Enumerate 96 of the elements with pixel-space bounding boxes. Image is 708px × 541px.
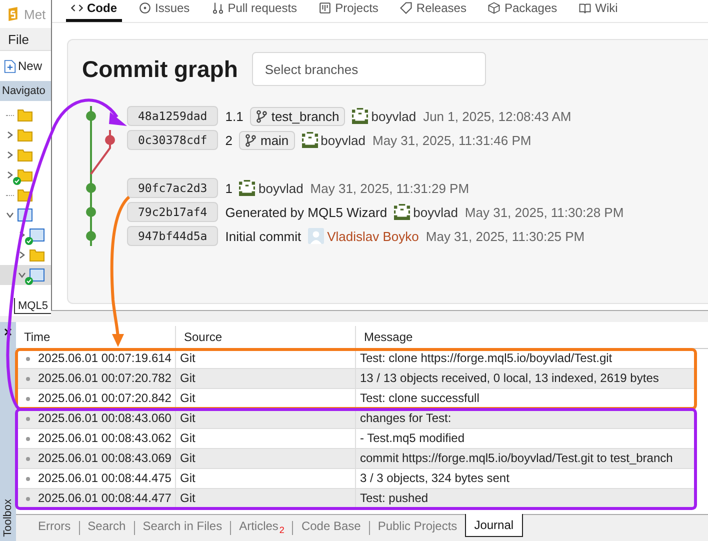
- panel-tab[interactable]: Code Base: [293, 515, 369, 537]
- column-header[interactable]: Source: [176, 326, 356, 348]
- chevron-down-icon[interactable]: [18, 271, 26, 279]
- folder-icon: [17, 168, 33, 182]
- issue-icon: [139, 2, 151, 14]
- new-button[interactable]: New: [4, 58, 42, 74]
- branch-tag[interactable]: test_branch: [250, 106, 346, 126]
- dot-icon: [26, 476, 30, 480]
- tree-item[interactable]: [0, 265, 51, 285]
- table-cell: Git: [176, 448, 356, 468]
- table-cell-text: Test: clone successfull: [359, 390, 480, 407]
- commit-date: Jun 1, 2025, 12:08:43 AM: [423, 108, 572, 124]
- commit-message: 1.1: [225, 108, 244, 124]
- panel-tab[interactable]: Search in Files: [134, 515, 230, 537]
- table-cell-text: Test: pushed: [359, 490, 430, 507]
- chevron-right-icon[interactable]: [6, 131, 14, 139]
- tag-icon: [400, 2, 412, 14]
- table-cell-text: commit https://forge.mql5.io/boyvlad/Test.git to test_branch: [359, 450, 674, 467]
- author-link[interactable]: Vladislav Boyko: [327, 228, 419, 244]
- branch-icon: [245, 134, 256, 146]
- branch-tag[interactable]: main: [239, 130, 295, 150]
- page-heading: Commit graph: [82, 56, 238, 82]
- folder-icon: [29, 248, 45, 262]
- commit-date: May 31, 2025, 11:30:25 PM: [426, 228, 585, 244]
- branch-icon: [256, 110, 268, 122]
- commit-message: 2: [225, 132, 232, 148]
- folder-icon: [17, 148, 33, 162]
- book-icon: [579, 2, 592, 14]
- chevron-right-icon[interactable]: [6, 151, 14, 159]
- table-cell-text: - Test.mq5 modified: [359, 430, 466, 447]
- dot-icon: [26, 456, 30, 460]
- close-icon[interactable]: [4, 328, 12, 336]
- repo-tab[interactable]: Wiki: [574, 0, 623, 22]
- dot-icon: [26, 356, 30, 360]
- table-cell: 2025.06.01 00:07:20.842: [16, 388, 176, 408]
- table-cell-text: changes for Test:: [359, 410, 452, 427]
- board-icon: [319, 2, 332, 14]
- box-icon: [488, 2, 500, 14]
- repo-tab[interactable]: Packages: [483, 0, 562, 22]
- chevron-right-icon[interactable]: [6, 171, 14, 179]
- commit-date: May 31, 2025, 11:31:29 PM: [310, 180, 470, 196]
- commit-hash-button[interactable]: 947bf44d5a: [127, 226, 218, 246]
- commit-date: May 31, 2025, 11:30:28 PM: [464, 204, 624, 220]
- panel-tab[interactable]: Articles$_{2}$: [231, 515, 292, 540]
- table-cell: 2025.06.01 00:08:43.060: [16, 408, 176, 428]
- project-icon: [29, 228, 45, 242]
- toolbox-label: Toolbox: [2, 499, 14, 537]
- repo-tab[interactable]: Projects: [314, 0, 384, 22]
- table-cell: Git: [176, 408, 356, 428]
- branch-select-field[interactable]: Select branches: [252, 52, 486, 86]
- commit-hash-button[interactable]: 48a1259dad: [127, 106, 218, 126]
- panel-tab[interactable]: Search: [80, 515, 134, 537]
- commit-message: Generated by MQL5 Wizard: [225, 204, 388, 220]
- new-file-icon: [4, 58, 16, 74]
- dot-icon: [26, 416, 30, 420]
- commit-message: Initial commit: [225, 228, 302, 244]
- panel-tab[interactable]: MQL5: [14, 298, 51, 314]
- table-cell: 2025.06.01 00:08:44.477: [16, 488, 176, 508]
- table-cell-text: 13 / 13 objects received, 0 local, 13 indexed, 2619 bytes: [359, 370, 660, 387]
- author-name: boyvlad: [413, 204, 458, 220]
- repo-tab[interactable]: Issues: [134, 0, 195, 22]
- commit-hash-button[interactable]: 0c30378cdf: [127, 130, 218, 150]
- window-title: Met: [24, 6, 46, 22]
- table-cell: Git: [176, 368, 356, 388]
- pull-request-icon: [212, 2, 224, 14]
- table-cell: 2025.06.01 00:08:43.069: [16, 448, 176, 468]
- table-cell-text: 3 / 3 objects, 324 bytes sent: [359, 470, 510, 487]
- folder-icon: [17, 108, 33, 122]
- table-cell: Git: [176, 388, 356, 408]
- folder-icon: [17, 128, 33, 142]
- commit-message: 1: [225, 180, 232, 196]
- repo-tab[interactable]: Releases: [395, 0, 472, 22]
- commit-hash-button[interactable]: 79c2b17af4: [127, 202, 218, 222]
- dot-icon: [26, 436, 30, 440]
- navigator-header: Navigato: [0, 81, 51, 101]
- table-cell-text: Test: clone https://forge.mql5.io/boyvlad/Test.git: [359, 350, 614, 367]
- author-name: boyvlad: [371, 108, 416, 124]
- app-logo-icon: [6, 6, 20, 22]
- panel-tab[interactable]: Journal: [465, 514, 523, 537]
- author-name: boyvlad: [320, 132, 366, 148]
- dot-icon: [26, 376, 30, 380]
- panel-tab[interactable]: Public Projects: [370, 515, 466, 537]
- table-cell: Git: [176, 488, 356, 508]
- author-name: boyvlad: [258, 180, 304, 196]
- commit-hash-button[interactable]: 90fc7ac2d3: [127, 178, 218, 198]
- dot-icon: [26, 496, 30, 500]
- project-icon: [29, 268, 45, 282]
- table-cell: 2025.06.01 00:07:20.782: [16, 368, 176, 388]
- chevron-down-icon[interactable]: [6, 211, 14, 219]
- column-header[interactable]: Message: [356, 326, 708, 348]
- panel-tab[interactable]: Errors: [30, 515, 79, 537]
- commit-date: May 31, 2025, 11:31:46 PM: [372, 132, 532, 148]
- dot-icon: [26, 396, 30, 400]
- code-icon: [71, 2, 83, 14]
- repo-tab[interactable]: Pull requests: [206, 0, 302, 22]
- chevron-right-icon[interactable]: [18, 251, 26, 259]
